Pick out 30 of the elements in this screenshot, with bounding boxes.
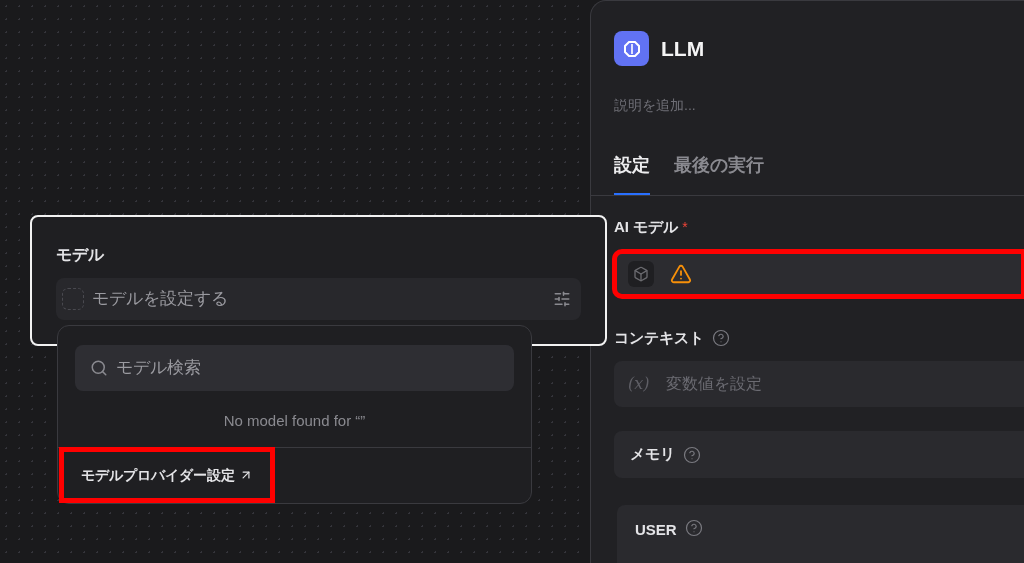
llm-node-icon	[614, 31, 649, 66]
search-placeholder: モデル検索	[116, 357, 201, 380]
prompt-editor[interactable]: USER	[617, 505, 1024, 563]
field-label: コンテキスト	[614, 327, 704, 348]
help-icon[interactable]	[683, 445, 701, 464]
search-icon	[90, 359, 108, 377]
search-field[interactable]: モデル検索	[75, 345, 514, 391]
required-asterisk: *	[682, 218, 688, 238]
cube-icon	[628, 260, 654, 287]
placeholder-text: 変数値を設定	[665, 374, 762, 394]
description-field[interactable]: 説明を追加...	[614, 95, 696, 116]
provider-settings-link[interactable]: モデルプロバイダー設定	[61, 449, 273, 502]
tab[interactable]: 最後の実行	[674, 152, 764, 195]
help-icon[interactable]	[684, 519, 703, 537]
node-field-title: モデル	[56, 245, 105, 265]
variable-input[interactable]: (x) 変数値を設定	[614, 361, 1024, 407]
model-selector[interactable]	[614, 250, 1024, 297]
field-label: AI モデル	[614, 217, 679, 237]
section-label: メモリ	[630, 444, 675, 465]
empty-message: No model found for “”	[223, 411, 366, 431]
model-placeholder-icon	[62, 288, 84, 310]
prompt-role-label: USER	[635, 520, 677, 540]
tab[interactable]: 設定	[614, 152, 650, 195]
help-icon[interactable]	[712, 328, 730, 347]
memory-section[interactable]: メモリ	[614, 431, 1024, 478]
variable-icon: (x)	[628, 372, 650, 396]
model-selector[interactable]: モデルを設定する	[56, 278, 581, 320]
node-title: LLM	[661, 35, 705, 62]
placeholder-text: モデルを設定する	[92, 288, 229, 311]
settings-icon[interactable]	[553, 290, 571, 308]
